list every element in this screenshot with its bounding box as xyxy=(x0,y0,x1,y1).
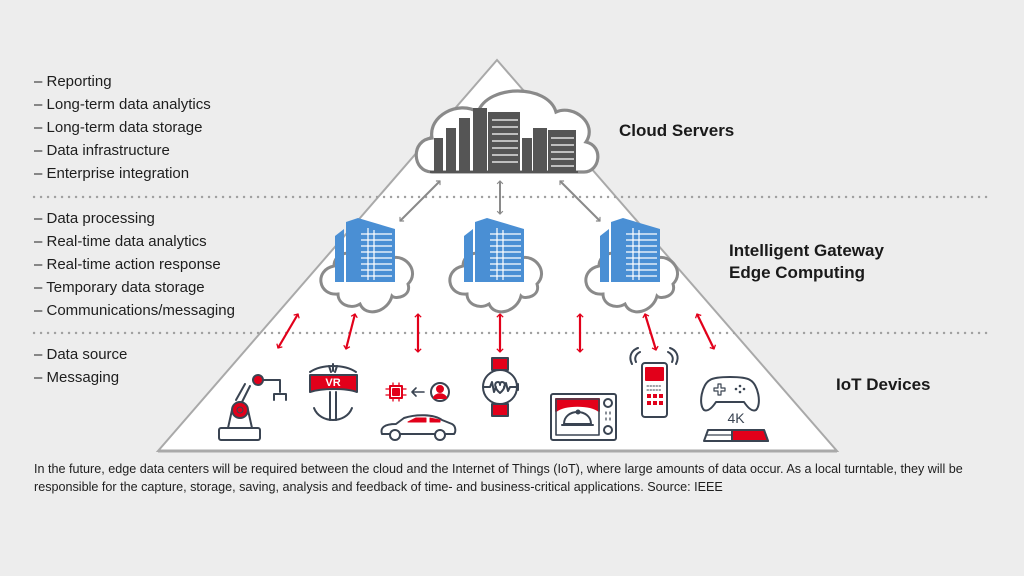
tier-label-cloud-servers: Cloud Servers xyxy=(619,121,735,140)
cloud-functions-list: – Reporting – Long-term data analytics –… xyxy=(34,70,211,185)
tier-label-edge-computing: Intelligent Gateway Edge Computing xyxy=(729,240,884,284)
function-item: – Messaging xyxy=(34,369,120,386)
function-item: – Real-time action response xyxy=(34,256,221,273)
vr-label: VR xyxy=(325,377,340,389)
edge-functions-list: – Data processing – Real-time data analy… xyxy=(34,207,235,322)
cloud-datacenter-icon xyxy=(414,89,600,174)
function-item: – Real-time data analytics xyxy=(34,233,207,250)
figure-caption: In the future, edge data centers will be… xyxy=(34,462,963,494)
function-item: – Long-term data storage xyxy=(34,119,203,136)
function-item: – Data processing xyxy=(34,210,155,227)
iot-functions-list: – Data source – Messaging xyxy=(34,343,127,389)
function-item: – Data infrastructure xyxy=(34,142,170,159)
tier-label-iot-devices: IoT Devices xyxy=(836,375,931,394)
function-item: – Communications/messaging xyxy=(34,302,235,319)
function-item: – Temporary data storage xyxy=(34,279,205,296)
function-item: – Enterprise integration xyxy=(34,165,190,182)
console-4k-label: 4K xyxy=(727,410,745,426)
function-item: – Reporting xyxy=(34,73,112,90)
tier-label-line: Intelligent Gateway xyxy=(729,241,884,260)
function-item: – Long-term data analytics xyxy=(34,96,211,113)
tier-label-line: Edge Computing xyxy=(729,263,865,282)
function-item: – Data source xyxy=(34,346,128,363)
